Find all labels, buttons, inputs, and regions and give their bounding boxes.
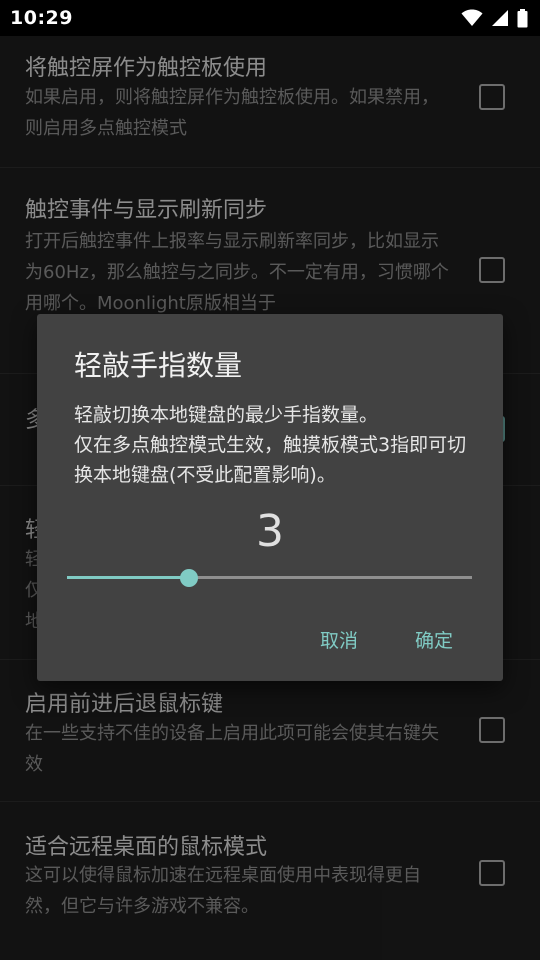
dialog-message-line: 轻敲切换本地键盘的最少手指数量。 bbox=[74, 404, 379, 426]
tap-finger-count-dialog: 轻敲手指数量 轻敲切换本地键盘的最少手指数量。 仅在多点触控模式生效，触摸板模式… bbox=[37, 314, 503, 681]
wifi-icon bbox=[461, 9, 483, 27]
battery-icon bbox=[517, 8, 528, 28]
status-bar: 10:29 bbox=[0, 0, 540, 36]
status-icons bbox=[461, 8, 528, 28]
slider-fill bbox=[67, 576, 189, 579]
status-time: 10:29 bbox=[10, 7, 73, 29]
slider-thumb[interactable] bbox=[180, 569, 198, 587]
signal-icon bbox=[491, 9, 509, 27]
dialog-message-line: 仅在多点触控模式生效，触摸板模式3指即可切换本地键盘(不受此配置影响)。 bbox=[74, 434, 467, 486]
slider-value: 3 bbox=[256, 506, 284, 557]
dialog-message: 轻敲切换本地键盘的最少手指数量。 仅在多点触控模式生效，触摸板模式3指即可切换本… bbox=[74, 400, 474, 490]
finger-count-slider[interactable] bbox=[67, 566, 472, 590]
cancel-button[interactable]: 取消 bbox=[320, 626, 358, 653]
dialog-title: 轻敲手指数量 bbox=[74, 349, 243, 382]
ok-button[interactable]: 确定 bbox=[415, 626, 453, 653]
